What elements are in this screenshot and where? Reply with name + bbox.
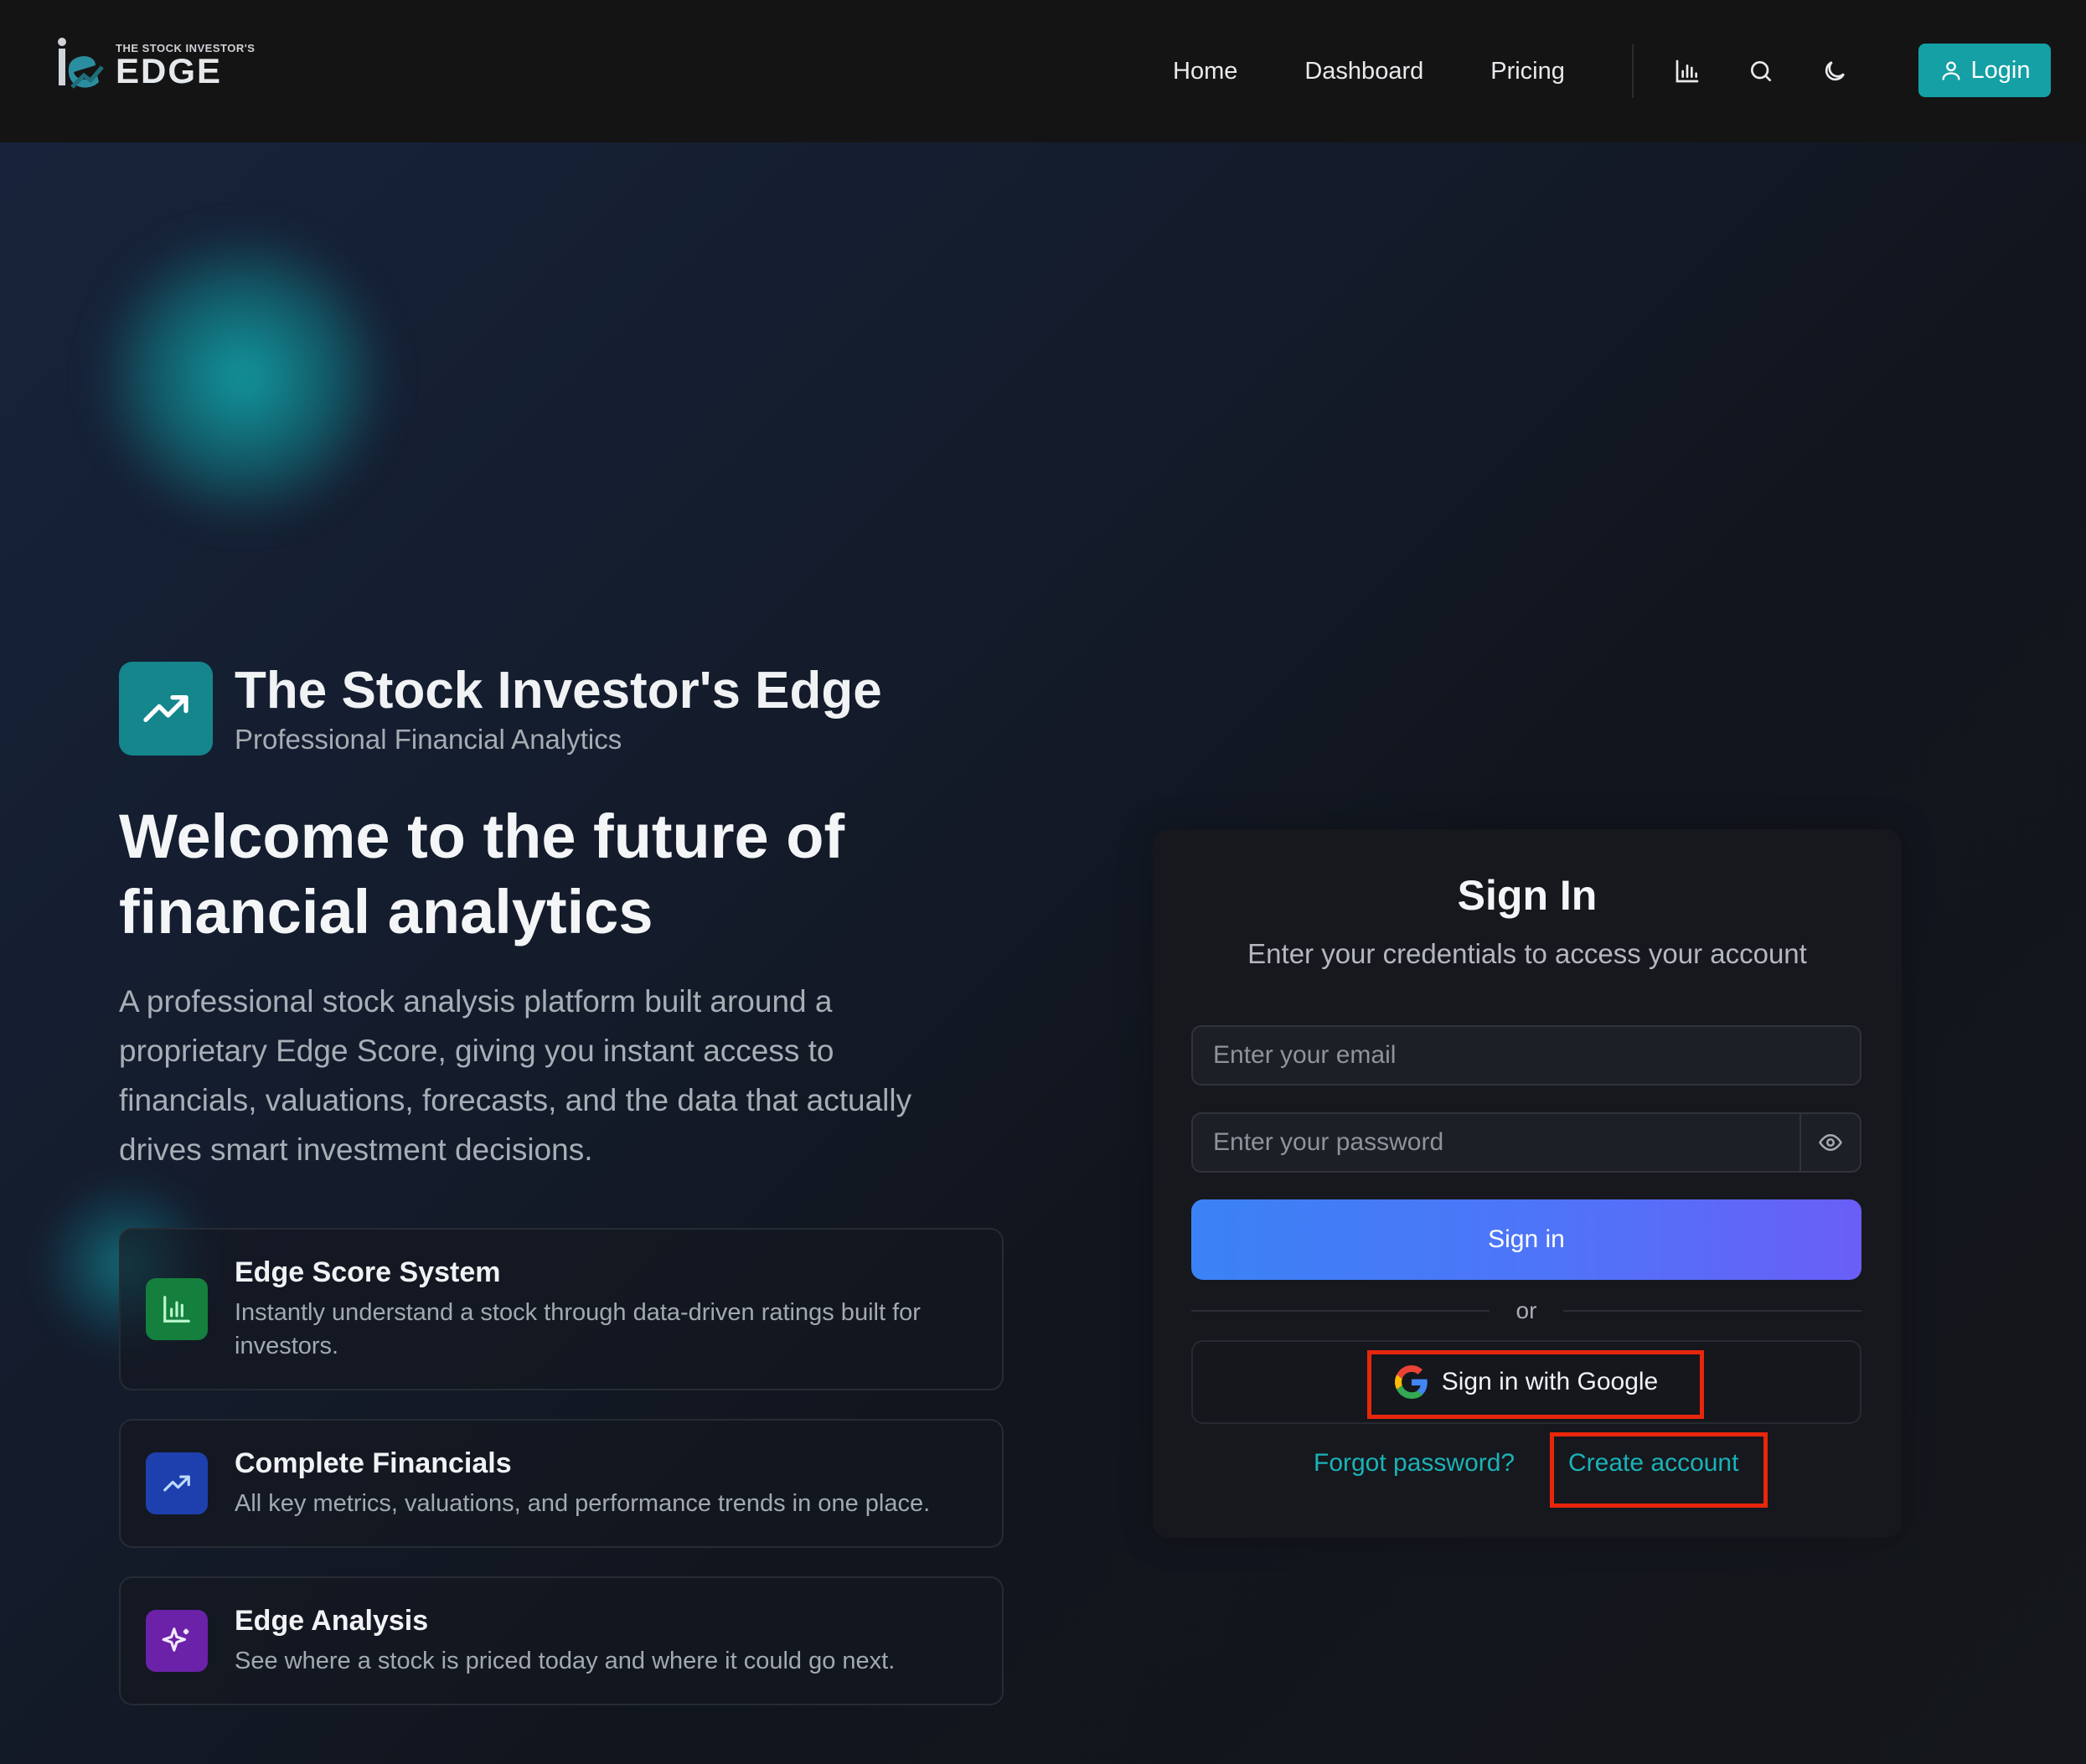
feature-title: Edge Analysis (235, 1604, 429, 1637)
divider-line (1563, 1310, 1861, 1312)
password-placeholder: Enter your password (1213, 1128, 1444, 1156)
moon-icon[interactable] (1815, 51, 1855, 91)
feature-description: All key metrics, valuations, and perform… (235, 1489, 931, 1517)
trending-up-icon (146, 1452, 208, 1514)
decorative-glow (92, 226, 394, 528)
eye-icon[interactable] (1799, 1114, 1860, 1171)
highlight-box (1550, 1432, 1768, 1508)
forgot-password-link[interactable]: Forgot password? (1314, 1449, 1515, 1478)
feature-card-edge-score: Edge Score System Instantly understand a… (119, 1228, 1004, 1390)
feature-description: Instantly understand a stock through dat… (235, 1298, 921, 1359)
site-logo[interactable]: THE STOCK INVESTOR'S EDGE (55, 35, 255, 94)
hero-description: A professional stock analysis platform b… (119, 984, 912, 1167)
feature-title: Edge Score System (235, 1256, 501, 1288)
nav-link-home[interactable]: Home (1173, 58, 1237, 85)
feature-card-edge-analysis: Edge Analysis See where a stock is price… (119, 1576, 1004, 1705)
brand-block: The Stock Investor's Edge Professional F… (119, 662, 882, 756)
or-divider: or (1191, 1294, 1861, 1328)
feature-card-complete-financials: Complete Financials All key metrics, val… (119, 1419, 1004, 1548)
divider-line (1191, 1310, 1490, 1312)
nav-link-dashboard[interactable]: Dashboard (1304, 58, 1423, 85)
nav-link-pricing[interactable]: Pricing (1490, 58, 1565, 85)
signin-subtitle: Enter your credentials to access your ac… (1247, 938, 1807, 969)
trending-up-icon (119, 662, 213, 756)
highlight-box (1367, 1350, 1704, 1419)
login-button-label: Login (1970, 56, 2031, 84)
brand-subtitle: Professional Financial Analytics (235, 724, 622, 755)
sign-in-button[interactable]: Sign in (1191, 1199, 1861, 1280)
bar-chart-icon[interactable] (1667, 51, 1707, 91)
hero-heading: Welcome to the future of financial analy… (119, 802, 845, 946)
logo-mark-icon (55, 35, 106, 94)
password-field[interactable]: Enter your password (1191, 1112, 1861, 1173)
bar-chart-icon (146, 1278, 208, 1340)
nav-divider (1631, 44, 1634, 98)
signin-title: Sign In (1457, 872, 1598, 919)
login-button[interactable]: Login (1918, 44, 2051, 97)
feature-title: Complete Financials (235, 1447, 512, 1479)
top-navbar: THE STOCK INVESTOR'S EDGE Home Dashboard… (0, 0, 2086, 142)
brand-title: The Stock Investor's Edge (235, 662, 882, 720)
email-field[interactable]: Enter your email (1191, 1025, 1861, 1086)
signin-card (1153, 829, 1902, 1538)
search-icon[interactable] (1741, 51, 1781, 91)
sparkle-icon (146, 1610, 208, 1672)
main-nav: Home Dashboard Pricing (1173, 0, 1888, 142)
logo-wordmark: EDGE (116, 50, 223, 90)
user-icon (1942, 61, 1960, 80)
feature-description: See where a stock is priced today and wh… (235, 1647, 896, 1674)
or-label: or (1515, 1297, 1537, 1323)
